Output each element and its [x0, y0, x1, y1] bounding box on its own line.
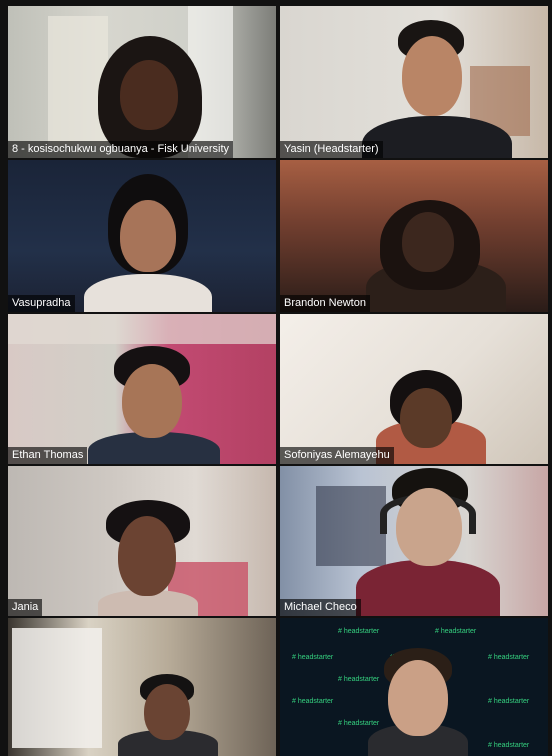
participant-video: [368, 648, 468, 756]
participant-video: [118, 674, 218, 756]
participant-name: Ethan Thomas: [8, 447, 88, 464]
participant-video: [360, 200, 510, 312]
participant-video: [78, 500, 218, 616]
video-tile[interactable]: # headstarter # headstarter # headstarte…: [280, 618, 548, 756]
participant-video: [84, 346, 224, 464]
background-watermark: # headstarter: [292, 654, 334, 661]
participant-name: Brandon Newton: [280, 295, 370, 312]
video-tile[interactable]: Sofoniyas Alemayehu: [280, 314, 548, 464]
participant-name: 8 - kosisochukwu ogbuanya - Fisk Univers…: [8, 141, 234, 158]
participant-name: Yasin (Headstarter): [280, 141, 383, 158]
participant-name: Michael Checo: [280, 599, 361, 616]
participant-video: [348, 16, 518, 158]
participant-video: [346, 468, 506, 616]
participant-name: Vasupradha: [8, 295, 75, 312]
video-tile[interactable]: Michael Checo: [280, 466, 548, 616]
video-grid: 8 - kosisochukwu ogbuanya - Fisk Univers…: [0, 0, 552, 756]
background-watermark: # headstarter: [435, 628, 477, 635]
video-tile[interactable]: Ethan Thomas: [8, 314, 276, 464]
background-watermark: # headstarter: [488, 742, 530, 749]
participant-name: Sofoniyas Alemayehu: [280, 447, 394, 464]
background-watermark: # headstarter: [292, 698, 334, 705]
background-watermark: # headstarter: [338, 628, 380, 635]
participant-video: [78, 174, 218, 312]
participant-name: Jania: [8, 599, 43, 616]
video-tile[interactable]: 8 - kosisochukwu ogbuanya - Fisk Univers…: [8, 6, 276, 158]
video-tile[interactable]: [8, 618, 276, 756]
participant-video: [86, 36, 216, 158]
background-watermark: # headstarter: [488, 654, 530, 661]
video-tile[interactable]: Jania: [8, 466, 276, 616]
video-tile[interactable]: Yasin (Headstarter): [280, 6, 548, 158]
background-watermark: # headstarter: [488, 698, 530, 705]
video-tile[interactable]: Vasupradha: [8, 160, 276, 312]
video-tile[interactable]: Brandon Newton: [280, 160, 548, 312]
